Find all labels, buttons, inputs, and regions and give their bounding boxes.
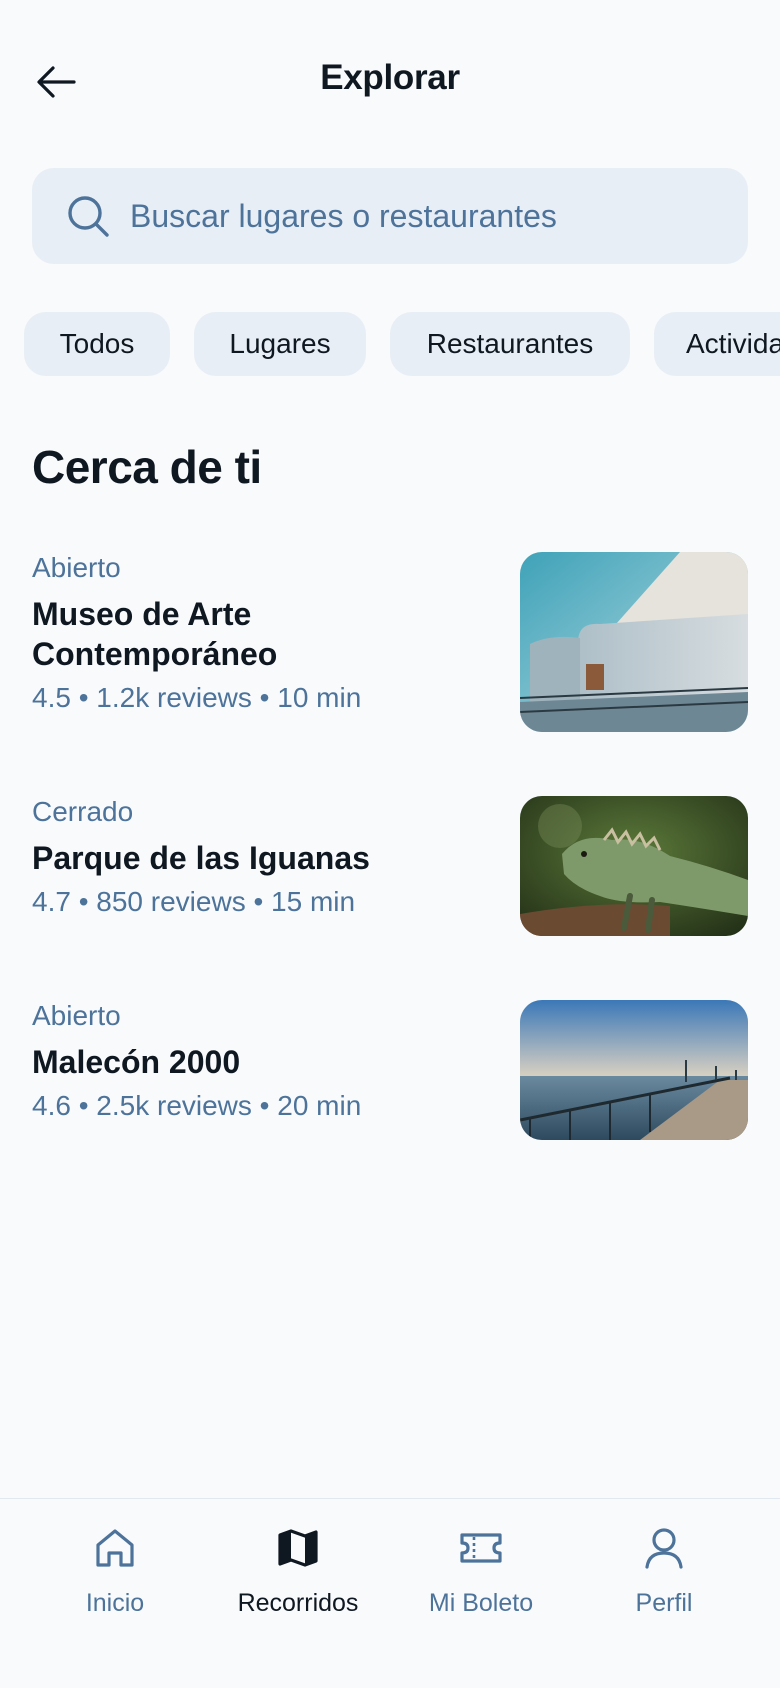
museum-photo	[520, 552, 748, 732]
page-title: Explorar	[320, 58, 460, 97]
top-bar: Explorar	[0, 0, 780, 160]
place-card-museo[interactable]: Abierto Museo de Arte Contemporáneo 4.5 …	[32, 552, 748, 732]
search-icon	[68, 196, 109, 237]
nav-item-mi-boleto[interactable]: Mi Boleto	[391, 1525, 571, 1645]
bottom-nav: Inicio Recorridos Mi Boleto Perfil	[0, 1498, 780, 1688]
search-bar[interactable]	[32, 168, 748, 264]
filter-chips: Todos Lugares Restaurantes Actividades	[0, 312, 780, 378]
nav-label: Recorridos	[237, 1589, 359, 1617]
filter-chip-actividades[interactable]: Actividades	[654, 312, 780, 376]
nav-item-inicio[interactable]: Inicio	[25, 1525, 205, 1645]
search-input[interactable]	[130, 197, 748, 235]
place-card-parque[interactable]: Cerrado Parque de las Iguanas 4.7 • 850 …	[32, 796, 748, 936]
filter-chip-restaurantes[interactable]: Restaurantes	[390, 312, 630, 376]
ticket-icon	[460, 1533, 502, 1563]
iguana-photo	[520, 796, 748, 936]
nav-label: Inicio	[85, 1589, 145, 1617]
map-icon	[278, 1529, 318, 1567]
malecon-photo	[520, 1000, 748, 1140]
filter-chip-todos[interactable]: Todos	[24, 312, 170, 376]
place-name: Malecón 2000	[32, 1044, 241, 1080]
filter-chip-lugares[interactable]: Lugares	[194, 312, 366, 376]
nav-item-recorridos[interactable]: Recorridos	[208, 1525, 388, 1645]
user-icon	[645, 1528, 683, 1569]
place-name: Parque de las Iguanas	[32, 840, 370, 876]
place-card-malecon[interactable]: Abierto Malecón 2000 4.6 • 2.5k reviews …	[32, 1000, 748, 1140]
nav-label: Mi Boleto	[428, 1589, 534, 1617]
nav-item-perfil[interactable]: Perfil	[574, 1525, 754, 1645]
section-title: Cerca de ti	[32, 441, 262, 493]
home-icon	[96, 1529, 134, 1567]
place-name: Museo de Arte Contemporáneo	[32, 596, 278, 672]
nav-label: Perfil	[635, 1589, 693, 1617]
